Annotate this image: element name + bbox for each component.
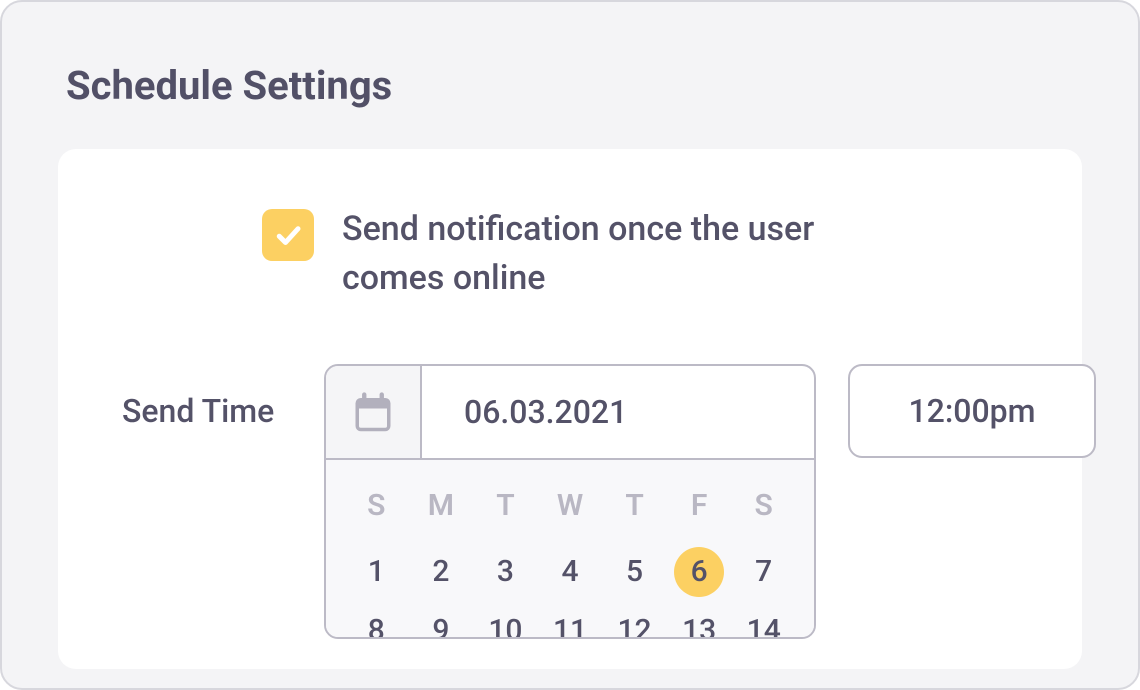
page-title: Schedule Settings (16, 16, 1124, 109)
schedule-card: Send notification once the user comes on… (58, 149, 1082, 669)
calendar-day-header: S (733, 480, 794, 531)
notification-checkbox[interactable] (262, 209, 314, 261)
calendar-day[interactable]: 5 (604, 547, 665, 597)
calendar-day[interactable]: 14 (733, 613, 794, 637)
calendar-day-header: W (540, 480, 601, 531)
calendar-day[interactable]: 12 (604, 613, 665, 637)
calendar-day[interactable]: 7 (733, 547, 794, 597)
date-input[interactable]: 06.03.2021 (422, 366, 814, 458)
calendar-day[interactable]: 13 (669, 613, 730, 637)
calendar-day[interactable]: 2 (411, 547, 472, 597)
calendar-day-header: T (604, 480, 665, 531)
calendar-icon (352, 391, 394, 433)
calendar-day[interactable]: 8 (346, 613, 407, 637)
calendar-day[interactable]: 4 (540, 547, 601, 597)
calendar-day-header: S (346, 480, 407, 531)
calendar-grid: SMTWTFS1234567891011121314 (346, 480, 794, 637)
date-picker: 06.03.2021 SMTWTFS1234567891011121314 (324, 364, 816, 639)
calendar-day-header: M (411, 480, 472, 531)
calendar-day-header: F (669, 480, 730, 531)
schedule-settings-frame: Schedule Settings Send notification once… (0, 0, 1140, 690)
send-time-label: Send Time (122, 364, 292, 430)
calendar-day[interactable]: 1 (346, 547, 407, 597)
calendar-icon-button[interactable] (326, 366, 422, 458)
calendar-day[interactable]: 11 (540, 613, 601, 637)
calendar-day[interactable]: 3 (475, 547, 536, 597)
calendar-body: SMTWTFS1234567891011121314 (326, 460, 814, 637)
schedule-settings-panel: Schedule Settings Send notification once… (16, 16, 1124, 674)
calendar-day-header: T (475, 480, 536, 531)
notification-checkbox-row: Send notification once the user comes on… (262, 205, 1018, 304)
calendar-day[interactable]: 9 (411, 613, 472, 637)
calendar-day[interactable]: 6 (669, 547, 730, 597)
date-picker-header: 06.03.2021 (326, 366, 814, 460)
notification-checkbox-label: Send notification once the user comes on… (342, 205, 902, 304)
check-icon (273, 220, 303, 250)
send-time-row: Send Time 06.03.2021 (122, 364, 1018, 639)
time-picker[interactable]: 12:00pm (848, 364, 1096, 458)
calendar-day[interactable]: 10 (475, 613, 536, 637)
